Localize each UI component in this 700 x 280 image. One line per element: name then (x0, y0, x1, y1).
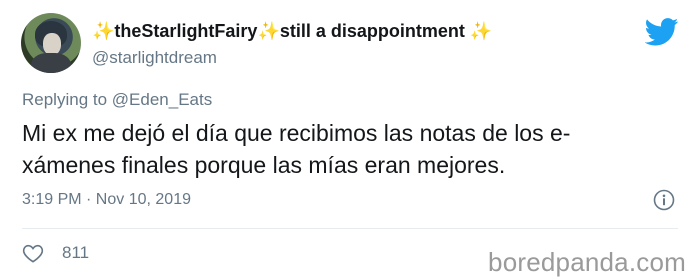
sparkle-emoji: ✨ (92, 21, 115, 41)
reply-mention-link[interactable]: @Eden_Eats (112, 90, 212, 109)
tweet-timestamp[interactable]: 3:19 PM · Nov 10, 2019 (22, 191, 191, 209)
display-name[interactable]: ✨theStarlightFairy✨still a disappointmen… (92, 21, 492, 42)
twitter-bird-icon[interactable] (645, 18, 679, 46)
display-name-rest: still a disappointment (279, 21, 465, 41)
sparkle-emoji: ✨ (469, 21, 493, 41)
avatar[interactable] (21, 13, 81, 73)
tweet-text: Mi ex me dejó el día que recibimos las n… (22, 120, 571, 178)
replying-to: Replying to @Eden_Eats (22, 90, 212, 110)
display-name-main: theStarlightFairy (114, 21, 258, 41)
replying-prefix: Replying to (22, 90, 112, 109)
info-icon[interactable] (653, 189, 675, 211)
divider (22, 228, 678, 229)
heart-icon[interactable] (22, 243, 44, 263)
watermark-logo: boredpanda.com (488, 247, 686, 277)
sparkle-emoji: ✨ (257, 21, 280, 41)
user-handle[interactable]: @starlightdream (92, 48, 217, 68)
like-count: 811 (62, 243, 90, 262)
